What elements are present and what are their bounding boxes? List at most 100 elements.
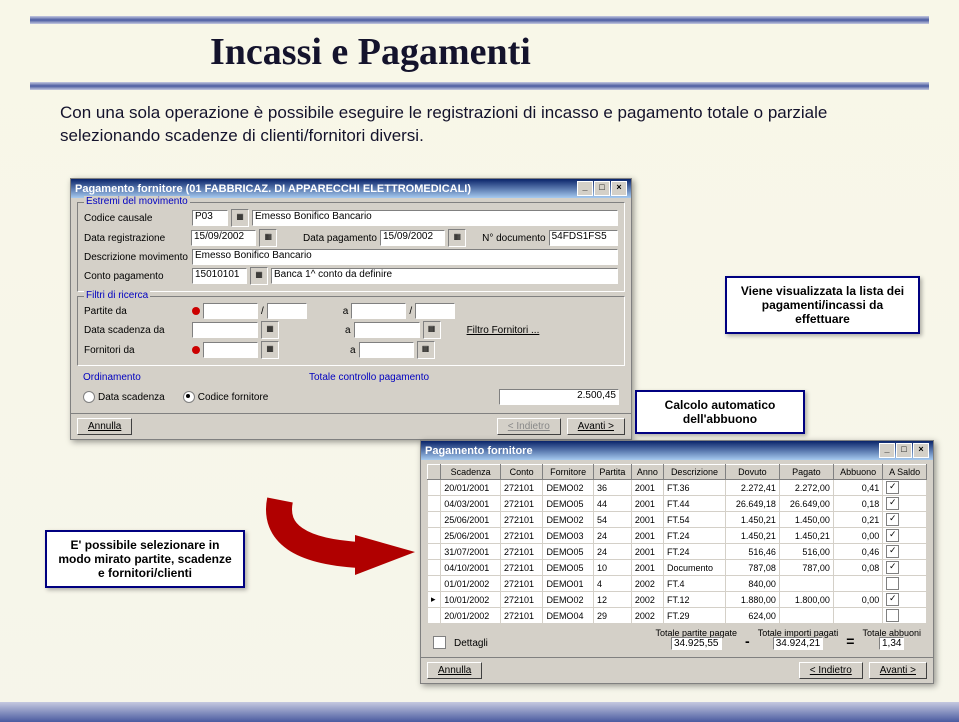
calendar-icon[interactable]: ▦ xyxy=(259,229,277,247)
avanti-button[interactable]: Avanti > xyxy=(869,662,927,679)
maximize-icon[interactable]: □ xyxy=(594,181,610,196)
table-row[interactable]: 25/06/2001272101DEMO03242001FT.241.450,2… xyxy=(428,528,927,544)
field-partite-da2[interactable] xyxy=(267,303,307,319)
radio-data-scadenza[interactable] xyxy=(83,391,95,403)
lookup-icon[interactable]: ▦ xyxy=(261,341,279,359)
field-datareg[interactable]: 15/09/2002 xyxy=(191,230,256,246)
field-partite-da[interactable] xyxy=(203,303,258,319)
calendar-icon[interactable]: ▦ xyxy=(423,321,441,339)
window-title: Pagamento fornitore (01 FABBRICAZ. DI AP… xyxy=(75,183,471,195)
lookup-icon[interactable]: ▦ xyxy=(250,267,268,285)
slide-header: Incassi e Pagamenti Con una sola operazi… xyxy=(0,0,959,164)
column-header[interactable]: Descrizione xyxy=(663,465,725,480)
column-header[interactable]: Dovuto xyxy=(725,465,779,480)
payments-table[interactable]: ScadenzaContoFornitorePartitaAnnoDescriz… xyxy=(427,464,927,624)
label-descr: Descrizione movimento xyxy=(84,252,189,263)
column-header[interactable]: Anno xyxy=(631,465,663,480)
equals-icon: = xyxy=(846,633,854,649)
minimize-icon[interactable]: _ xyxy=(879,443,895,458)
radio-label: Codice fornitore xyxy=(198,392,269,403)
field-contopag[interactable]: 15010101 xyxy=(192,268,247,284)
annulla-button[interactable]: Annulla xyxy=(77,418,132,435)
window-buttons: _ □ × xyxy=(879,443,929,458)
table-row[interactable]: 20/01/2002272101DEMO04292002FT.29624,00 xyxy=(428,608,927,624)
window-body: Estremi del movimento Codice causale P03… xyxy=(71,198,631,413)
label-sep: / xyxy=(261,306,264,317)
field-codcaus[interactable]: P03 xyxy=(192,210,228,226)
column-header[interactable]: Conto xyxy=(500,465,543,480)
radio-label: Data scadenza xyxy=(98,392,165,403)
lookup-icon[interactable]: ▦ xyxy=(231,209,249,227)
window-payment-list: Pagamento fornitore _ □ × ScadenzaContoF… xyxy=(420,440,934,684)
table-row[interactable]: 31/07/2001272101DEMO05242001FT.24516,465… xyxy=(428,544,927,560)
callout-2: Calcolo automatico dell'abbuono xyxy=(635,390,805,434)
field-scad-a[interactable] xyxy=(354,322,420,338)
field-forn-da[interactable] xyxy=(203,342,258,358)
button-bar: Annulla < Indietro Avanti > xyxy=(421,657,933,683)
field-partite-a[interactable] xyxy=(351,303,406,319)
field-causdesc[interactable]: Emesso Bonifico Bancario xyxy=(252,210,618,226)
link-filtro-fornitori[interactable]: Filtro Fornitori ... xyxy=(467,325,540,336)
calendar-icon[interactable]: ▦ xyxy=(261,321,279,339)
callout-3: E' possibile selezionare in modo mirato … xyxy=(45,530,245,588)
footer-gradient xyxy=(0,702,959,722)
calendar-icon[interactable]: ▦ xyxy=(448,229,466,247)
radio-codice-fornitore[interactable] xyxy=(183,391,195,403)
group-label: Filtri di ricerca xyxy=(84,290,150,301)
field-banca[interactable]: Banca 1^ conto da definire xyxy=(271,268,618,284)
table-row[interactable]: 04/03/2001272101DEMO05442001FT.4426.649,… xyxy=(428,496,927,512)
annulla-button[interactable]: Annulla xyxy=(427,662,482,679)
column-header[interactable]: Partita xyxy=(593,465,631,480)
saldo-checkbox[interactable] xyxy=(886,609,899,622)
field-forn-a[interactable] xyxy=(359,342,414,358)
close-icon[interactable]: × xyxy=(913,443,929,458)
table-row[interactable]: ▸10/01/2002272101DEMO02122002FT.121.880,… xyxy=(428,592,927,608)
dettagli-label: Dettagli xyxy=(454,638,488,649)
column-header[interactable]: Scadenza xyxy=(441,465,501,480)
table-row[interactable]: 20/01/2001272101DEMO02362001FT.362.272,4… xyxy=(428,480,927,496)
label-a: a xyxy=(350,345,356,356)
dettagli-checkbox[interactable] xyxy=(433,636,446,649)
saldo-checkbox[interactable]: ✓ xyxy=(886,481,899,494)
saldo-checkbox[interactable]: ✓ xyxy=(886,513,899,526)
label-numdoc: N° documento xyxy=(482,233,545,244)
indietro-button[interactable]: < Indietro xyxy=(799,662,863,679)
group-label: Estremi del movimento xyxy=(84,196,190,207)
saldo-checkbox[interactable]: ✓ xyxy=(886,529,899,542)
label-codcaus: Codice causale xyxy=(84,213,189,224)
maximize-icon[interactable]: □ xyxy=(896,443,912,458)
table-row[interactable]: 01/01/2002272101DEMO0142002FT.4840,00 xyxy=(428,576,927,592)
table-row[interactable]: 04/10/2001272101DEMO05102001Documento787… xyxy=(428,560,927,576)
lookup-icon[interactable]: ▦ xyxy=(417,341,435,359)
saldo-checkbox[interactable]: ✓ xyxy=(886,593,899,606)
saldo-checkbox[interactable] xyxy=(886,577,899,590)
close-icon[interactable]: × xyxy=(611,181,627,196)
field-datapag[interactable]: 15/09/2002 xyxy=(380,230,445,246)
group-estremi: Estremi del movimento Codice causale P03… xyxy=(77,202,625,292)
page-title: Incassi e Pagamenti xyxy=(210,30,929,74)
field-descr[interactable]: Emesso Bonifico Bancario xyxy=(192,249,618,265)
field-totctrl[interactable]: 2.500,45 xyxy=(499,389,619,405)
field-scad-da[interactable] xyxy=(192,322,258,338)
label-datapag: Data pagamento xyxy=(303,233,377,244)
column-header[interactable]: A Saldo xyxy=(883,465,927,480)
button-bar: Annulla < Indietro Avanti > xyxy=(71,413,631,439)
avanti-button[interactable]: Avanti > xyxy=(567,418,625,435)
saldo-checkbox[interactable]: ✓ xyxy=(886,497,899,510)
column-header[interactable] xyxy=(428,465,441,480)
total-importi: Totale importi pagati 34.924,21 xyxy=(758,628,839,649)
field-numdoc[interactable]: 54FDS1FS5 xyxy=(549,230,618,246)
marker-dot-icon xyxy=(192,346,200,354)
field-partite-a2[interactable] xyxy=(415,303,455,319)
column-header[interactable]: Abbuono xyxy=(833,465,882,480)
table-row[interactable]: 25/06/2001272101DEMO02542001FT.541.450,2… xyxy=(428,512,927,528)
column-header[interactable]: Pagato xyxy=(779,465,833,480)
total-abbuoni: Totale abbuoni 1,34 xyxy=(862,628,921,649)
saldo-checkbox[interactable]: ✓ xyxy=(886,561,899,574)
saldo-checkbox[interactable]: ✓ xyxy=(886,545,899,558)
window-buttons: _ □ × xyxy=(577,181,627,196)
callout-1: Viene visualizzata la lista dei pagament… xyxy=(725,276,920,334)
titlebar[interactable]: Pagamento fornitore _ □ × xyxy=(421,441,933,460)
column-header[interactable]: Fornitore xyxy=(543,465,594,480)
minimize-icon[interactable]: _ xyxy=(577,181,593,196)
